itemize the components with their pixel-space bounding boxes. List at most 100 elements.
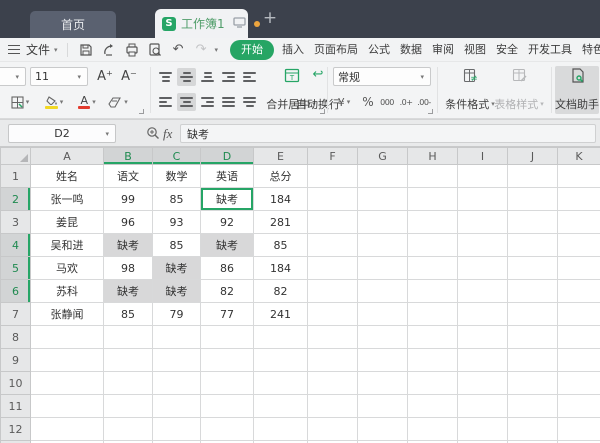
column-header-I[interactable]: I: [458, 148, 508, 165]
empty-cell[interactable]: [104, 349, 153, 372]
cell-A2[interactable]: 张一鸣: [31, 188, 104, 211]
empty-cell[interactable]: [308, 326, 358, 349]
font-group-dialog-launcher[interactable]: [139, 109, 144, 114]
empty-cell[interactable]: [408, 257, 458, 280]
cell-B2[interactable]: 99: [104, 188, 153, 211]
cell-D7[interactable]: 77: [201, 303, 254, 326]
empty-cell[interactable]: [358, 303, 408, 326]
empty-cell[interactable]: [558, 280, 600, 303]
row-header-2[interactable]: 2: [1, 188, 31, 211]
cell-E5[interactable]: 184: [254, 257, 308, 280]
tab-data[interactable]: 数据: [395, 41, 427, 59]
align-bottom-icon[interactable]: [198, 68, 217, 86]
empty-cell[interactable]: [458, 188, 508, 211]
empty-cell[interactable]: [254, 349, 308, 372]
empty-cell[interactable]: [308, 165, 358, 188]
empty-cell[interactable]: [508, 280, 558, 303]
empty-cell[interactable]: [358, 188, 408, 211]
empty-cell[interactable]: [458, 280, 508, 303]
empty-cell[interactable]: [308, 418, 358, 441]
empty-cell[interactable]: [408, 188, 458, 211]
empty-cell[interactable]: [308, 234, 358, 257]
empty-cell[interactable]: [458, 165, 508, 188]
column-header-J[interactable]: J: [508, 148, 558, 165]
column-header-H[interactable]: H: [408, 148, 458, 165]
empty-cell[interactable]: [508, 257, 558, 280]
empty-cell[interactable]: [458, 326, 508, 349]
empty-cell[interactable]: [254, 326, 308, 349]
empty-cell[interactable]: [558, 234, 600, 257]
hamburger-menu-icon[interactable]: [8, 45, 20, 54]
tab-home[interactable]: 开始: [230, 40, 274, 60]
empty-cell[interactable]: [508, 372, 558, 395]
empty-cell[interactable]: [358, 395, 408, 418]
empty-cell[interactable]: [408, 234, 458, 257]
empty-cell[interactable]: [458, 349, 508, 372]
empty-cell[interactable]: [508, 211, 558, 234]
fx-icon[interactable]: fx: [163, 126, 172, 142]
empty-cell[interactable]: [558, 211, 600, 234]
empty-cell[interactable]: [201, 418, 254, 441]
font-color-icon[interactable]: A ▾: [74, 93, 102, 111]
tab-review[interactable]: 审阅: [427, 41, 459, 59]
empty-cell[interactable]: [153, 326, 201, 349]
tab-insert[interactable]: 插入: [277, 41, 309, 59]
cell-C5[interactable]: 缺考: [153, 257, 201, 280]
cell-A5[interactable]: 马欢: [31, 257, 104, 280]
cell-C1[interactable]: 数学: [153, 165, 201, 188]
row-header-8[interactable]: 8: [1, 326, 31, 349]
empty-cell[interactable]: [308, 188, 358, 211]
clear-format-eraser-icon[interactable]: ▾: [104, 93, 134, 111]
cell-B5[interactable]: 98: [104, 257, 153, 280]
empty-cell[interactable]: [408, 326, 458, 349]
cell-C3[interactable]: 93: [153, 211, 201, 234]
column-header-D[interactable]: D: [201, 148, 254, 165]
select-all-corner[interactable]: [1, 148, 31, 165]
toolbar-more-caret-icon[interactable]: ▾: [215, 46, 219, 54]
empty-cell[interactable]: [308, 280, 358, 303]
align-left-icon[interactable]: [156, 93, 175, 111]
empty-cell[interactable]: [558, 395, 600, 418]
row-header-6[interactable]: 6: [1, 280, 31, 303]
number-format-combo[interactable]: 常规▾: [333, 67, 431, 86]
empty-cell[interactable]: [153, 349, 201, 372]
empty-cell[interactable]: [408, 418, 458, 441]
empty-cell[interactable]: [31, 326, 104, 349]
empty-cell[interactable]: [358, 372, 408, 395]
empty-cell[interactable]: [408, 372, 458, 395]
empty-cell[interactable]: [508, 188, 558, 211]
empty-cell[interactable]: [358, 165, 408, 188]
document-tab[interactable]: S 工作簿1: [155, 9, 248, 38]
empty-cell[interactable]: [308, 257, 358, 280]
empty-cell[interactable]: [254, 418, 308, 441]
cell-D5[interactable]: 86: [201, 257, 254, 280]
empty-cell[interactable]: [308, 372, 358, 395]
decrease-font-icon[interactable]: A⁻: [118, 67, 140, 86]
empty-cell[interactable]: [458, 211, 508, 234]
empty-cell[interactable]: [558, 326, 600, 349]
align-middle-icon[interactable]: [177, 68, 196, 86]
align-top-icon[interactable]: [156, 68, 175, 86]
export-icon[interactable]: [101, 41, 118, 58]
align-right-icon[interactable]: [198, 93, 217, 111]
increase-decimal-icon[interactable]: .0+: [397, 93, 415, 111]
empty-cell[interactable]: [31, 349, 104, 372]
font-name-combo[interactable]: ▾: [0, 67, 26, 86]
empty-cell[interactable]: [508, 303, 558, 326]
empty-cell[interactable]: [104, 418, 153, 441]
empty-cell[interactable]: [558, 303, 600, 326]
empty-cell[interactable]: [31, 395, 104, 418]
row-header-5[interactable]: 5: [1, 257, 31, 280]
cell-E4[interactable]: 85: [254, 234, 308, 257]
cell-A7[interactable]: 张静闻: [31, 303, 104, 326]
undo-icon[interactable]: ↶: [170, 41, 187, 58]
decrease-indent-icon[interactable]: [219, 68, 238, 86]
empty-cell[interactable]: [308, 395, 358, 418]
doc-assistant-button[interactable]: 文档助手: [555, 66, 599, 114]
cell-E6[interactable]: 82: [254, 280, 308, 303]
cell-E7[interactable]: 241: [254, 303, 308, 326]
cell-B1[interactable]: 语文: [104, 165, 153, 188]
row-header-11[interactable]: 11: [1, 395, 31, 418]
empty-cell[interactable]: [153, 372, 201, 395]
empty-cell[interactable]: [558, 349, 600, 372]
